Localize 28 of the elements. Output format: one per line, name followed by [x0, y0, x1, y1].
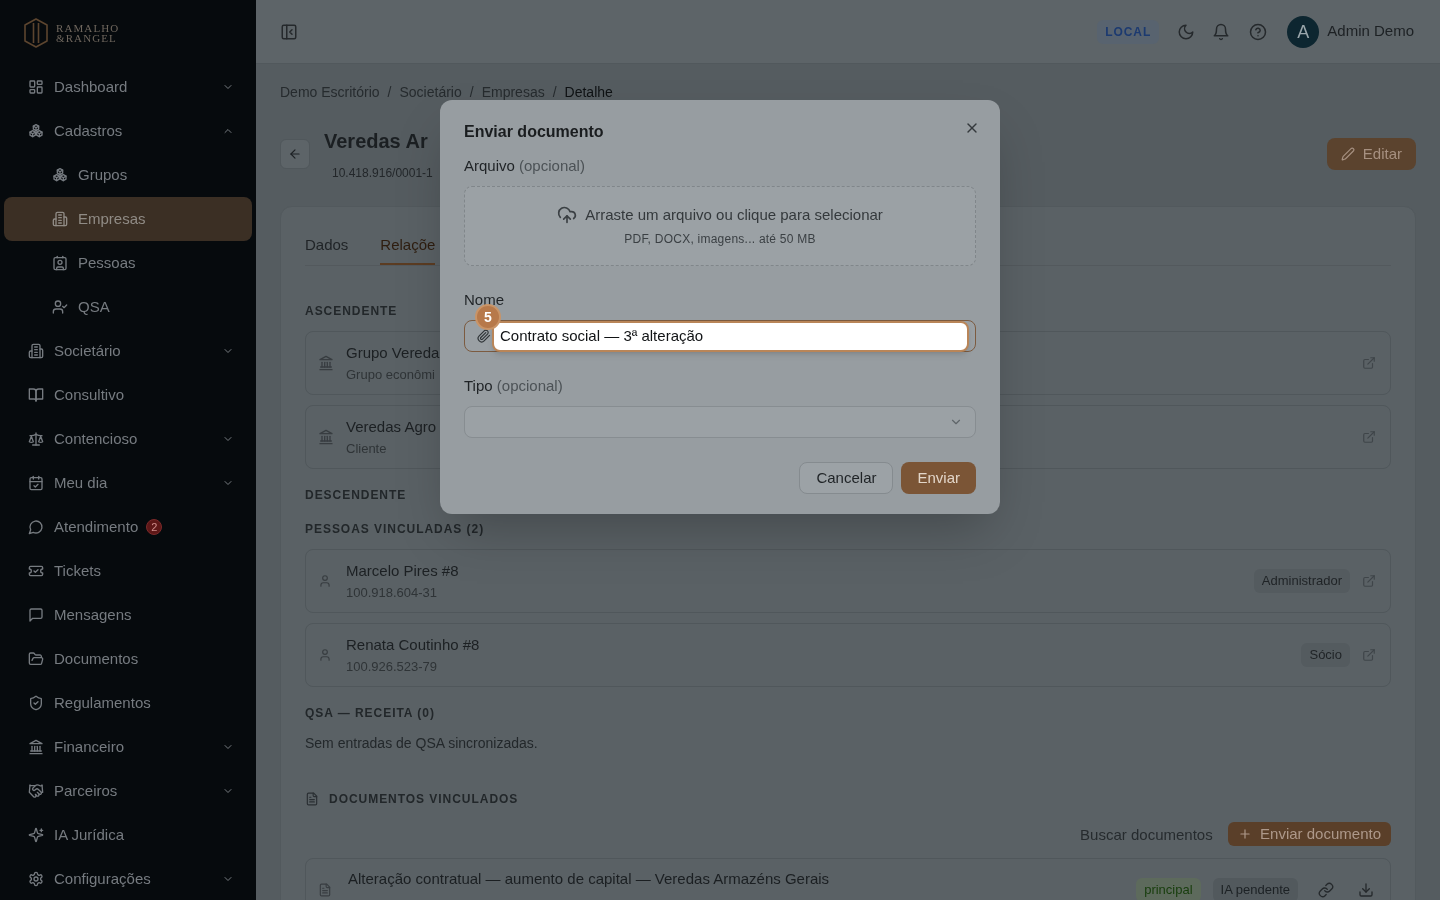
card-title: Veredas Agro [346, 417, 437, 437]
dropzone-note: PDF, DOCX, imagens... até 50 MB [624, 231, 816, 247]
field-label: Tipo (opcional) [464, 376, 563, 396]
breadcrumb-current: Detalhe [564, 84, 613, 100]
dropzone-prompt: Arraste um arquivo ou clique para selecionar [585, 205, 883, 225]
card-title: Renata Coutinho #8 [346, 635, 480, 655]
section-heading: DOCUMENTOS VINCULADOS [329, 791, 519, 807]
environment-badge: LOCAL [1097, 19, 1160, 44]
breadcrumb-separator: / [387, 84, 392, 100]
section-heading: QSA — RECEITA (0) [305, 705, 435, 721]
tour-step-badge: 5 [475, 304, 501, 330]
section-heading: ASCENDENTE [305, 303, 398, 319]
role-tag: Administrador [1253, 569, 1350, 593]
breadcrumb-separator: / [552, 84, 557, 100]
card-title: Grupo Vereda [346, 343, 440, 363]
count-badge: 2 [146, 519, 163, 535]
status-tag: principal [1136, 878, 1201, 900]
field-label: Arquivo (opcional) [464, 156, 585, 176]
document-title: Alteração contratual — aumento de capital — Veredas Armazéns Gerais [348, 869, 830, 889]
dialog-title: Enviar documento [464, 122, 604, 142]
empty-message: Sem entradas de QSA sincronizadas. [305, 734, 538, 753]
logo-wordmark: RAMALHO &RANGEL [56, 22, 120, 43]
section-heading: DESCENDENTE [305, 487, 407, 503]
card-title: Marcelo Pires #8 [346, 561, 459, 581]
status-tag: IA pendente [1212, 878, 1298, 900]
breadcrumb-separator: / [469, 84, 474, 100]
role-tag: Sócio [1301, 643, 1350, 667]
page-title: Veredas Ar [324, 129, 429, 154]
